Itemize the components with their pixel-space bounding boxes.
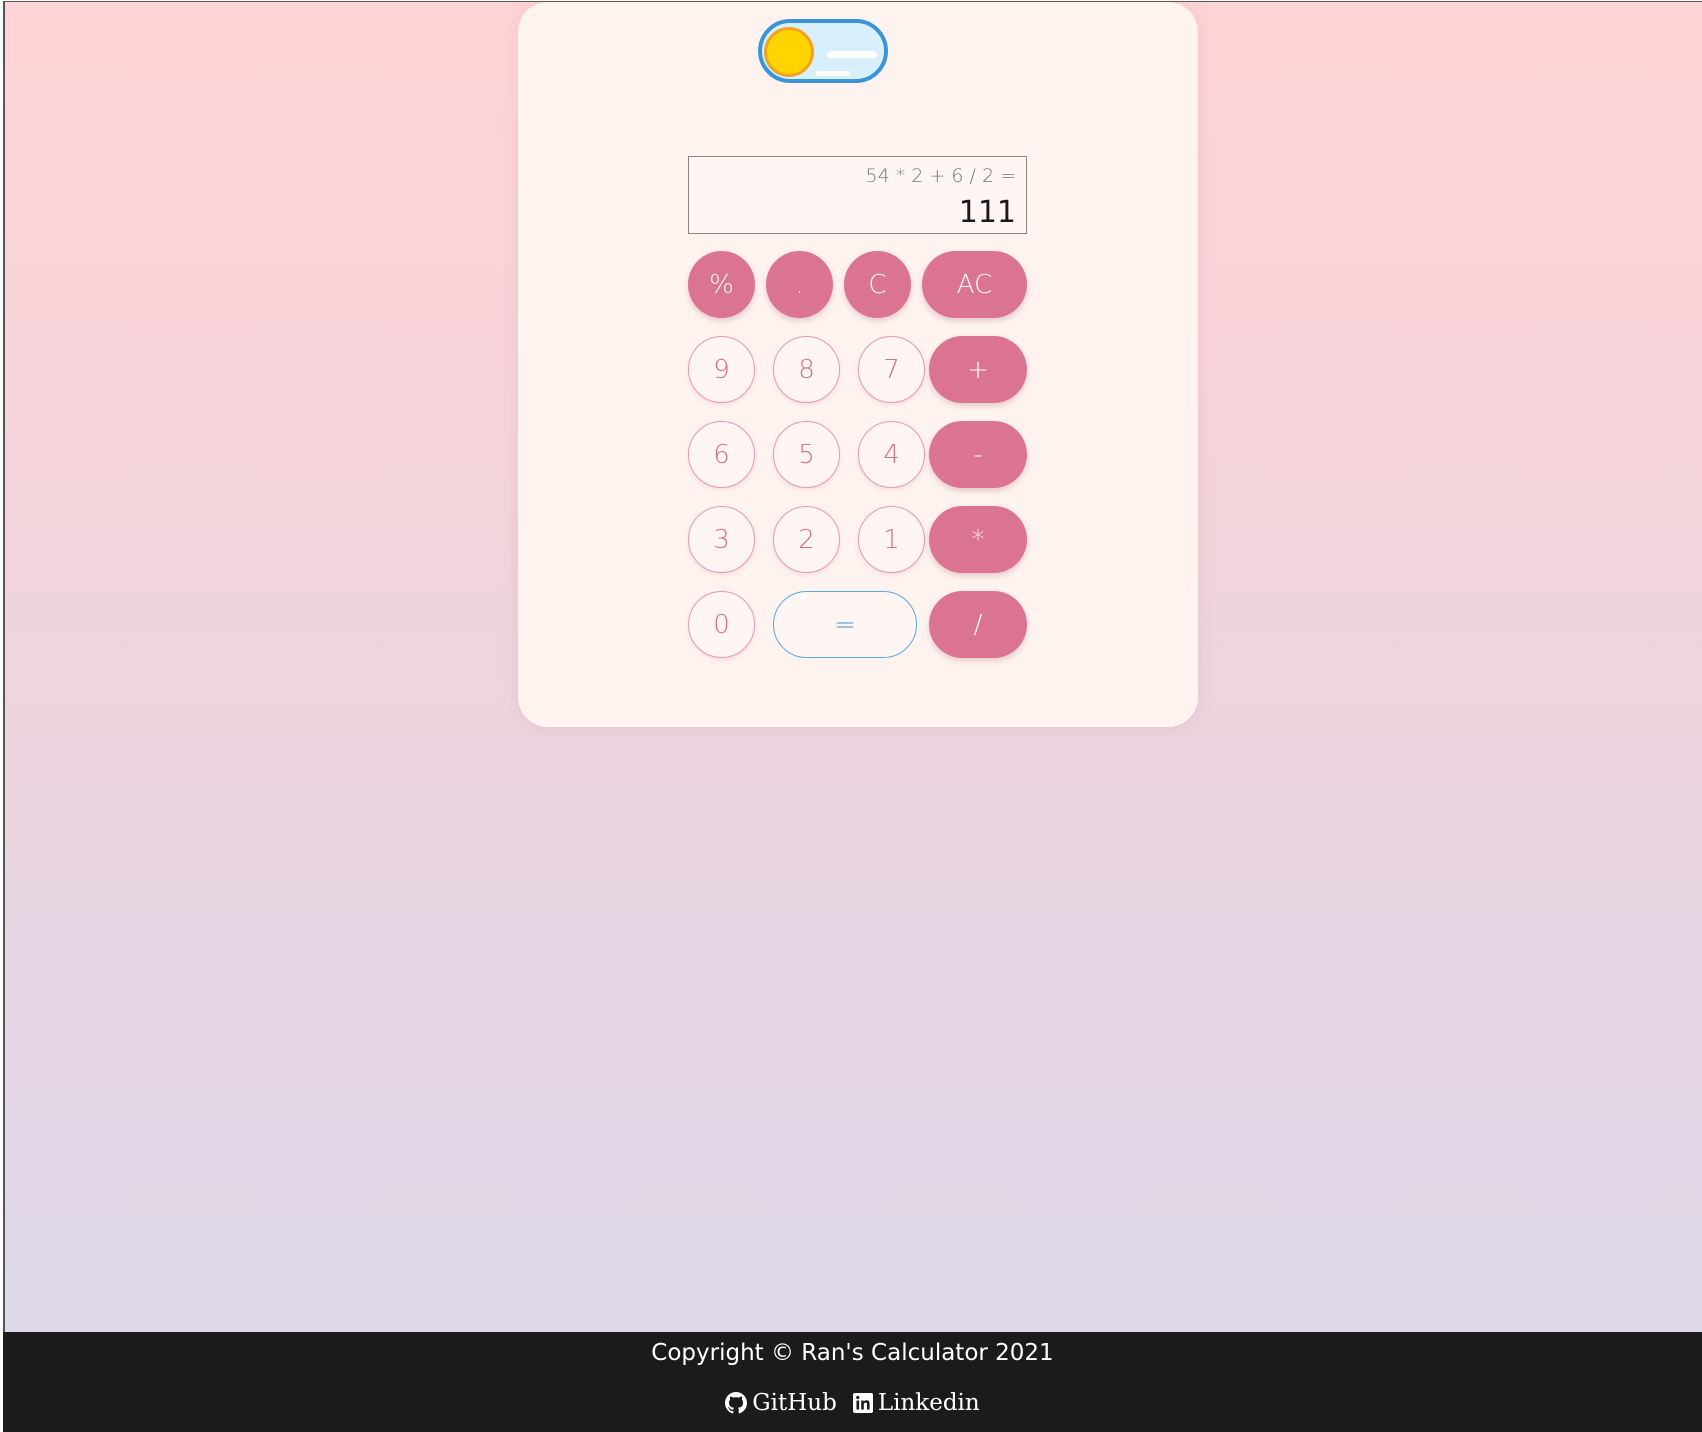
minus-button[interactable]: - bbox=[929, 421, 1027, 488]
divide-button[interactable]: / bbox=[929, 591, 1027, 658]
percent-button[interactable]: % bbox=[688, 251, 755, 318]
copyright-text: Copyright © Ran's Calculator 2021 bbox=[651, 1340, 1054, 1366]
cloud-icon bbox=[816, 71, 850, 76]
all-clear-button[interactable]: AC bbox=[922, 251, 1027, 318]
digit-6-button[interactable]: 6 bbox=[688, 421, 755, 488]
multiply-button[interactable]: * bbox=[929, 506, 1027, 573]
equals-button[interactable]: = bbox=[773, 591, 917, 658]
cloud-icon bbox=[827, 51, 877, 58]
github-icon bbox=[725, 1392, 748, 1414]
github-link[interactable]: GitHub bbox=[725, 1390, 837, 1416]
digit-1-button[interactable]: 1 bbox=[858, 506, 925, 573]
theme-toggle[interactable] bbox=[758, 19, 888, 83]
digit-7-button[interactable]: 7 bbox=[858, 336, 925, 403]
github-label: GitHub bbox=[752, 1390, 837, 1416]
digit-5-button[interactable]: 5 bbox=[773, 421, 840, 488]
plus-button[interactable]: + bbox=[929, 336, 1027, 403]
linkedin-link[interactable]: Linkedin bbox=[852, 1390, 980, 1416]
digit-2-button[interactable]: 2 bbox=[773, 506, 840, 573]
digit-0-button[interactable]: 0 bbox=[688, 591, 755, 658]
linkedin-icon bbox=[852, 1393, 873, 1413]
calculator-card: 54 * 2 + 6 / 2 = 111 % . C AC 9 8 7 + 6 … bbox=[518, 2, 1198, 727]
digit-9-button[interactable]: 9 bbox=[688, 336, 755, 403]
result-text: 111 bbox=[958, 195, 1016, 230]
footer-links: GitHub Linkedin bbox=[3, 1390, 1702, 1416]
footer: Copyright © Ran's Calculator 2021 GitHub… bbox=[3, 1332, 1702, 1432]
digit-8-button[interactable]: 8 bbox=[773, 336, 840, 403]
calculator-display: 54 * 2 + 6 / 2 = 111 bbox=[688, 156, 1027, 234]
clear-button[interactable]: C bbox=[844, 251, 911, 318]
digit-3-button[interactable]: 3 bbox=[688, 506, 755, 573]
linkedin-label: Linkedin bbox=[877, 1390, 980, 1416]
expression-text: 54 * 2 + 6 / 2 = bbox=[865, 165, 1016, 187]
sun-icon bbox=[764, 27, 814, 77]
page-background: 54 * 2 + 6 / 2 = 111 % . C AC 9 8 7 + 6 … bbox=[3, 1, 1702, 1432]
decimal-button[interactable]: . bbox=[766, 251, 833, 318]
digit-4-button[interactable]: 4 bbox=[858, 421, 925, 488]
